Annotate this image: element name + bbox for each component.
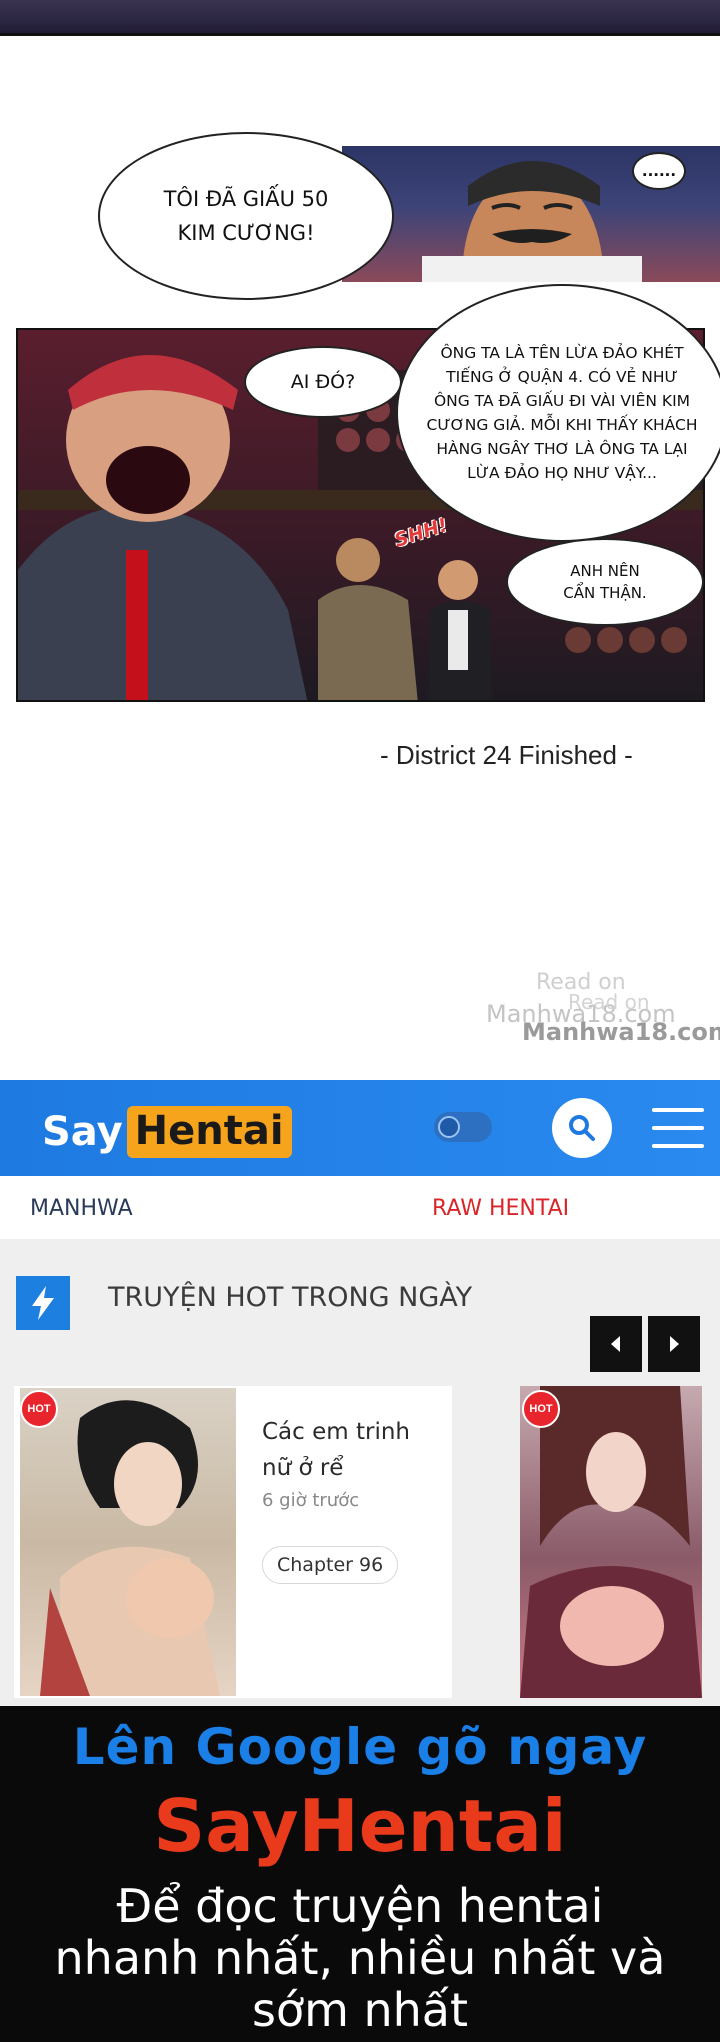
search-icon bbox=[569, 1115, 595, 1141]
chapter-finished-text: - District 24 Finished - bbox=[380, 740, 633, 770]
manga-update-time: 6 giờ trước bbox=[262, 1490, 360, 1511]
hot-badge-2: HOT bbox=[522, 1390, 560, 1428]
hot-badge: HOT bbox=[20, 1390, 58, 1428]
tab-manhwa[interactable]: MANHWA bbox=[30, 1196, 133, 1221]
speech-bubble-careful: ANH NÊN CẨN THẬN. bbox=[506, 538, 704, 626]
promo-line-google: Lên Google gõ ngay bbox=[72, 1718, 648, 1776]
speech-bubble-explanation: ÔNG TA LÀ TÊN LỪA ĐẢO KHÉT TIẾNG Ở QUẬN … bbox=[396, 284, 720, 542]
watermark-site: Manhwa18.com bbox=[522, 1018, 720, 1046]
speech-bubble-diamonds: TÔI ĐÃ GIẤU 50 KIM CƯƠNG! bbox=[98, 132, 394, 300]
logo-hentai-text: Hentai bbox=[126, 1106, 292, 1158]
promo-tagline: Để đọc truyện hentai nhanh nhất, nhiều n… bbox=[54, 1879, 666, 2037]
logo-say-text: Say bbox=[42, 1109, 123, 1155]
manga-title[interactable]: Các em trinh nữ ở rể bbox=[262, 1414, 432, 1486]
chevron-right-icon bbox=[670, 1336, 679, 1352]
search-button[interactable] bbox=[552, 1098, 612, 1158]
speech-bubble-who: AI ĐÓ? bbox=[244, 346, 402, 418]
toggle-knob-icon bbox=[438, 1116, 460, 1138]
speech-bubble-ellipsis: ...... bbox=[632, 152, 686, 190]
tab-raw-hentai[interactable]: RAW HENTAI bbox=[432, 1196, 569, 1221]
watermark-read-on-ghost: Read on bbox=[568, 990, 650, 1014]
manga-cover-image-2[interactable] bbox=[520, 1386, 702, 1698]
lightning-icon bbox=[16, 1276, 70, 1330]
theme-toggle[interactable] bbox=[434, 1112, 492, 1142]
carousel-next-button[interactable] bbox=[648, 1316, 700, 1372]
chevron-left-icon bbox=[611, 1336, 620, 1352]
manga-cover-image[interactable] bbox=[20, 1388, 236, 1696]
comic-page: TÔI ĐÃ GIẤU 50 KIM CƯƠNG! AI ĐÓ? ÔNG TA … bbox=[0, 0, 720, 1080]
comic-top-strip bbox=[0, 0, 720, 36]
carousel-prev-button[interactable] bbox=[590, 1316, 642, 1372]
section-title: TRUYỆN HOT TRONG NGÀY bbox=[108, 1282, 473, 1313]
hamburger-menu-icon[interactable] bbox=[652, 1108, 704, 1152]
site-logo[interactable]: Say Hentai bbox=[42, 1101, 292, 1163]
chapter-button[interactable]: Chapter 96 bbox=[262, 1546, 399, 1584]
promo-brand: SayHentai bbox=[153, 1784, 567, 1868]
